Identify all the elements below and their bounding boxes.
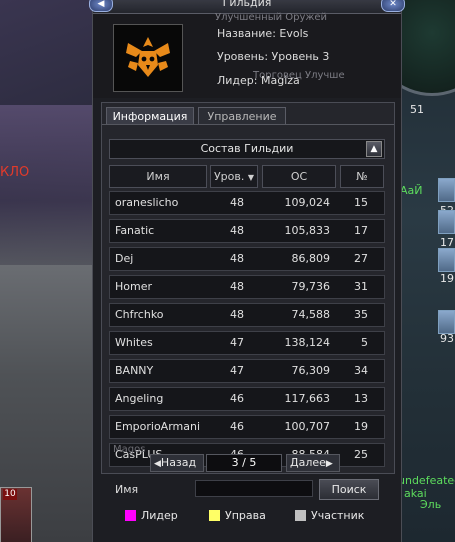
member-name: oraneslicho: [115, 196, 179, 209]
member-level: 48: [230, 308, 244, 321]
member-name: Homer: [115, 280, 153, 293]
member-os: 138,124: [284, 336, 331, 349]
member-row[interactable]: Homer 48 79,736 31: [109, 275, 385, 299]
member-os: 105,833: [284, 224, 331, 237]
tab-divider: [102, 124, 394, 125]
chevron-left-icon: ◀: [154, 459, 161, 469]
member-os: 79,736: [291, 280, 331, 293]
guild-name: Название: Evols: [217, 27, 309, 40]
member-row[interactable]: Chfrchko 48 74,588 35: [109, 303, 385, 327]
search-input[interactable]: [195, 480, 313, 497]
member-os: 76,309: [291, 364, 331, 377]
collapse-icon[interactable]: ▲: [366, 141, 382, 157]
buff-icon[interactable]: [438, 178, 455, 202]
buff-icon[interactable]: [438, 310, 455, 334]
minimap-level: 51: [410, 103, 424, 116]
legend-member: Участник: [311, 509, 365, 522]
buff-icon[interactable]: [438, 248, 455, 272]
member-row[interactable]: oraneslicho 48 109,024 15: [109, 191, 385, 215]
member-list: oraneslicho 48 109,024 15 Fanatic 48 105,833 17…: [109, 191, 385, 471]
member-level: 46: [230, 392, 244, 405]
member-level: 48: [230, 196, 244, 209]
member-number: 5: [361, 336, 368, 349]
tab-management[interactable]: Управление: [198, 107, 286, 125]
roster-title: Состав Гильдии: [200, 142, 294, 155]
member-number: 34: [354, 364, 368, 377]
member-number: 25: [354, 448, 368, 461]
member-row[interactable]: EmporioArmani 46 100,707 19: [109, 415, 385, 439]
next-button[interactable]: Далее▶: [286, 454, 340, 472]
chevron-right-icon: ▶: [325, 459, 333, 469]
legend-swatch-member: [295, 510, 306, 521]
member-row[interactable]: BANNY 47 76,309 34: [109, 359, 385, 383]
member-name: Chfrchko: [115, 308, 164, 321]
prev-button[interactable]: ◀Назад: [150, 454, 204, 472]
legend-swatch-officer: [209, 510, 220, 521]
guild-leader: Лидер: Magiza: [217, 74, 300, 87]
member-number: 19: [354, 420, 368, 433]
buff-icon[interactable]: [438, 210, 455, 234]
guild-info: Улучшенный Оружей Торговец Улучше Назван…: [93, 12, 401, 98]
guild-panel: Информация Управление Состав Гильдии ▲ И…: [101, 102, 395, 474]
member-row[interactable]: Whites 47 138,124 5: [109, 331, 385, 355]
close-icon[interactable]: ✕: [381, 0, 405, 12]
page-indicator[interactable]: 3 / 5: [206, 454, 282, 472]
scene-red-text: КЛО: [0, 165, 30, 180]
guild-level: Уровень: Уровень 3: [217, 50, 330, 63]
guild-window: Гильдия ◀ ✕ Улучшенный Оружей Торговец У…: [89, 0, 405, 542]
member-row[interactable]: Fanatic 48 105,833 17: [109, 219, 385, 243]
sort-down-icon: ▼: [247, 173, 255, 182]
member-name: EmporioArmani: [115, 420, 201, 433]
member-os: 117,663: [284, 392, 331, 405]
character-level: 10: [3, 489, 17, 500]
member-os: 86,809: [291, 252, 331, 265]
buff-number: 93: [440, 332, 454, 345]
member-os: 109,024: [284, 196, 331, 209]
member-level: 48: [230, 252, 244, 265]
member-number: 15: [354, 196, 368, 209]
legend-swatch-leader: [125, 510, 136, 521]
member-level: 47: [230, 364, 244, 377]
scene-under-text: Magos: [113, 444, 146, 455]
member-level: 47: [230, 336, 244, 349]
column-level[interactable]: Уров. ▼: [210, 165, 258, 188]
member-name: Whites: [115, 336, 153, 349]
column-name[interactable]: Имя: [109, 165, 207, 188]
member-name: BANNY: [115, 364, 154, 377]
member-name: Fanatic: [115, 224, 155, 237]
member-level: 46: [230, 420, 244, 433]
scene-name-1: АаЙ: [400, 184, 423, 197]
buff-number: 19: [440, 272, 454, 285]
roster-title-bar: Состав Гильдии ▲: [109, 139, 385, 159]
prev-label: Назад: [160, 456, 197, 469]
member-row[interactable]: Dej 48 86,809 27: [109, 247, 385, 271]
member-level: 48: [230, 280, 244, 293]
member-number: 31: [354, 280, 368, 293]
tab-information[interactable]: Информация: [106, 107, 194, 125]
ghost-text: Улучшенный Оружей: [215, 12, 328, 23]
column-level-label: Уров.: [213, 170, 245, 183]
window-title: Гильдия: [222, 0, 272, 9]
scene-name-2: undefeated: [398, 474, 455, 487]
guild-emblem-icon: [113, 24, 183, 92]
search-label: Имя: [115, 483, 139, 496]
next-label: Далее: [290, 456, 326, 469]
member-level: 48: [230, 224, 244, 237]
member-number: 35: [354, 308, 368, 321]
legend-leader: Лидер: [141, 509, 178, 522]
column-os[interactable]: ОС: [262, 165, 336, 188]
member-row[interactable]: Angeling 46 117,663 13: [109, 387, 385, 411]
scene-name-4: Эль: [420, 498, 442, 511]
menu-icon[interactable]: ◀: [89, 0, 113, 12]
member-os: 100,707: [284, 420, 331, 433]
member-number: 17: [354, 224, 368, 237]
member-os: 74,588: [291, 308, 331, 321]
column-number[interactable]: №: [340, 165, 384, 188]
member-number: 27: [354, 252, 368, 265]
legend-officer: Управа: [225, 509, 266, 522]
search-button[interactable]: Поиск: [319, 479, 379, 500]
member-number: 13: [354, 392, 368, 405]
member-name: Angeling: [115, 392, 164, 405]
member-name: Dej: [115, 252, 134, 265]
